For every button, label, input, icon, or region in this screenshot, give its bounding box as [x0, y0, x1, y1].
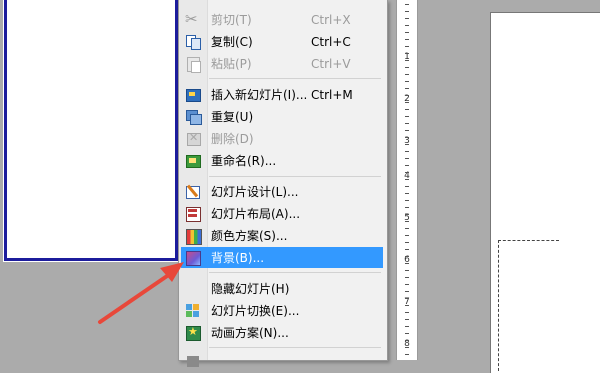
menu-item-hide-slide[interactable]: 隐藏幻灯片(H): [181, 278, 383, 299]
ruler-tick: [405, 333, 409, 334]
ruler-tick: [405, 340, 409, 341]
ruler-tick: [405, 165, 409, 166]
ruler-tick: [405, 291, 409, 292]
menu-item-copy[interactable]: 复制(C) Ctrl+C: [181, 31, 383, 52]
text-placeholder[interactable]: [498, 240, 559, 371]
ruler-tick: [405, 354, 409, 355]
menu-item-rename[interactable]: 重命名(R)...: [181, 150, 383, 171]
menu-item-insert-new-slide[interactable]: 插入新幻灯片(I)... Ctrl+M: [181, 84, 383, 105]
ruler-tick: [405, 256, 409, 257]
menu-item-background[interactable]: 背景(B)...: [181, 247, 383, 268]
menu-item-slide-layout[interactable]: 幻灯片布局(A)...: [181, 203, 383, 224]
new-slide-icon: [185, 87, 201, 103]
ruler-tick: [405, 102, 409, 103]
ruler-tick: [405, 221, 409, 222]
menu-item-cut[interactable]: 剪切(T) Ctrl+X: [181, 9, 383, 30]
ruler-tick: [405, 186, 409, 187]
ruler-tick: [405, 158, 409, 159]
ruler-tick: [405, 137, 409, 138]
slide-layout-icon: [185, 206, 201, 222]
ruler-tick: [405, 32, 409, 33]
summary-slide-icon: [185, 354, 201, 370]
ruler-tick: [405, 123, 409, 124]
menu-item-slide-transition[interactable]: 幻灯片切换(E)...: [181, 300, 383, 321]
color-scheme-icon: [185, 228, 202, 245]
slide-design-icon: [185, 184, 201, 200]
duplicate-slide-icon: [185, 109, 202, 125]
menu-item-slide-design[interactable]: 幻灯片设计(L)...: [181, 181, 383, 202]
ruler-tick: [405, 284, 409, 285]
delete-slide-icon: [185, 131, 201, 147]
ruler-tick: [405, 207, 409, 208]
rename-icon: [185, 153, 201, 169]
ruler-tick: [405, 88, 409, 89]
ruler-tick: [405, 305, 409, 306]
ruler-tick: [405, 18, 409, 19]
copy-icon: [185, 34, 201, 50]
ruler-tick: [405, 263, 409, 264]
ruler-tick: [405, 144, 409, 145]
ruler-tick: [405, 109, 409, 110]
ruler-tick: [405, 312, 409, 313]
ruler-tick: [405, 270, 409, 271]
menu-item-duplicate[interactable]: 重复(U): [181, 106, 383, 127]
menu-separator: [209, 78, 381, 79]
ruler-tick: [405, 179, 409, 180]
ruler-tick: [405, 95, 409, 96]
slide-thumbnail[interactable]: [4, 0, 178, 261]
ruler-tick: [405, 214, 409, 215]
ruler-tick: [405, 242, 409, 243]
ruler-tick: [405, 130, 409, 131]
ruler-tick: [405, 39, 409, 40]
ruler-tick: [405, 67, 409, 68]
menu-separator: [209, 272, 381, 273]
menu-item-animation-scheme[interactable]: 动画方案(N)...: [181, 322, 383, 343]
ruler-tick: [405, 193, 409, 194]
ruler-tick: [405, 228, 409, 229]
ruler-tick: [405, 326, 409, 327]
ruler-tick: [405, 81, 409, 82]
ruler-tick: [405, 116, 409, 117]
ruler-tick: [405, 74, 409, 75]
menu-item-paste[interactable]: 粘贴(P) Ctrl+V: [181, 53, 383, 74]
ruler-tick: [405, 60, 409, 61]
ruler-tick: [405, 25, 409, 26]
menu-item-summary-partial[interactable]: [181, 351, 383, 372]
ruler-tick: [405, 235, 409, 236]
ruler-tick: [405, 46, 409, 47]
ruler-tick: [405, 277, 409, 278]
ruler-tick: [405, 53, 409, 54]
scissors-icon: [185, 10, 201, 28]
ruler-tick: [405, 249, 409, 250]
slide-transition-icon: [185, 303, 201, 319]
menu-item-delete[interactable]: 删除(D): [181, 128, 383, 149]
ruler-tick: [405, 298, 409, 299]
menu-separator: [209, 176, 381, 177]
paste-icon: [185, 56, 201, 73]
ruler-tick: [405, 319, 409, 320]
ruler-tick: [405, 4, 409, 5]
context-menu: 剪切(T) Ctrl+X 复制(C) Ctrl+C 粘贴(P) Ctrl+V 插…: [178, 0, 388, 367]
vertical-ruler: 1 2 3 4 5 6 7 8: [396, 0, 418, 360]
ruler-tick: [405, 347, 409, 348]
menu-separator: [209, 347, 381, 348]
background-icon: [185, 250, 201, 266]
ruler-tick: [405, 172, 409, 173]
animation-scheme-icon: [185, 325, 201, 341]
ruler-tick: [405, 200, 409, 201]
slide-canvas: [418, 0, 600, 373]
menu-item-color-scheme[interactable]: 颜色方案(S)...: [181, 225, 383, 246]
ruler-tick: [405, 151, 409, 152]
ruler-tick: [405, 11, 409, 12]
